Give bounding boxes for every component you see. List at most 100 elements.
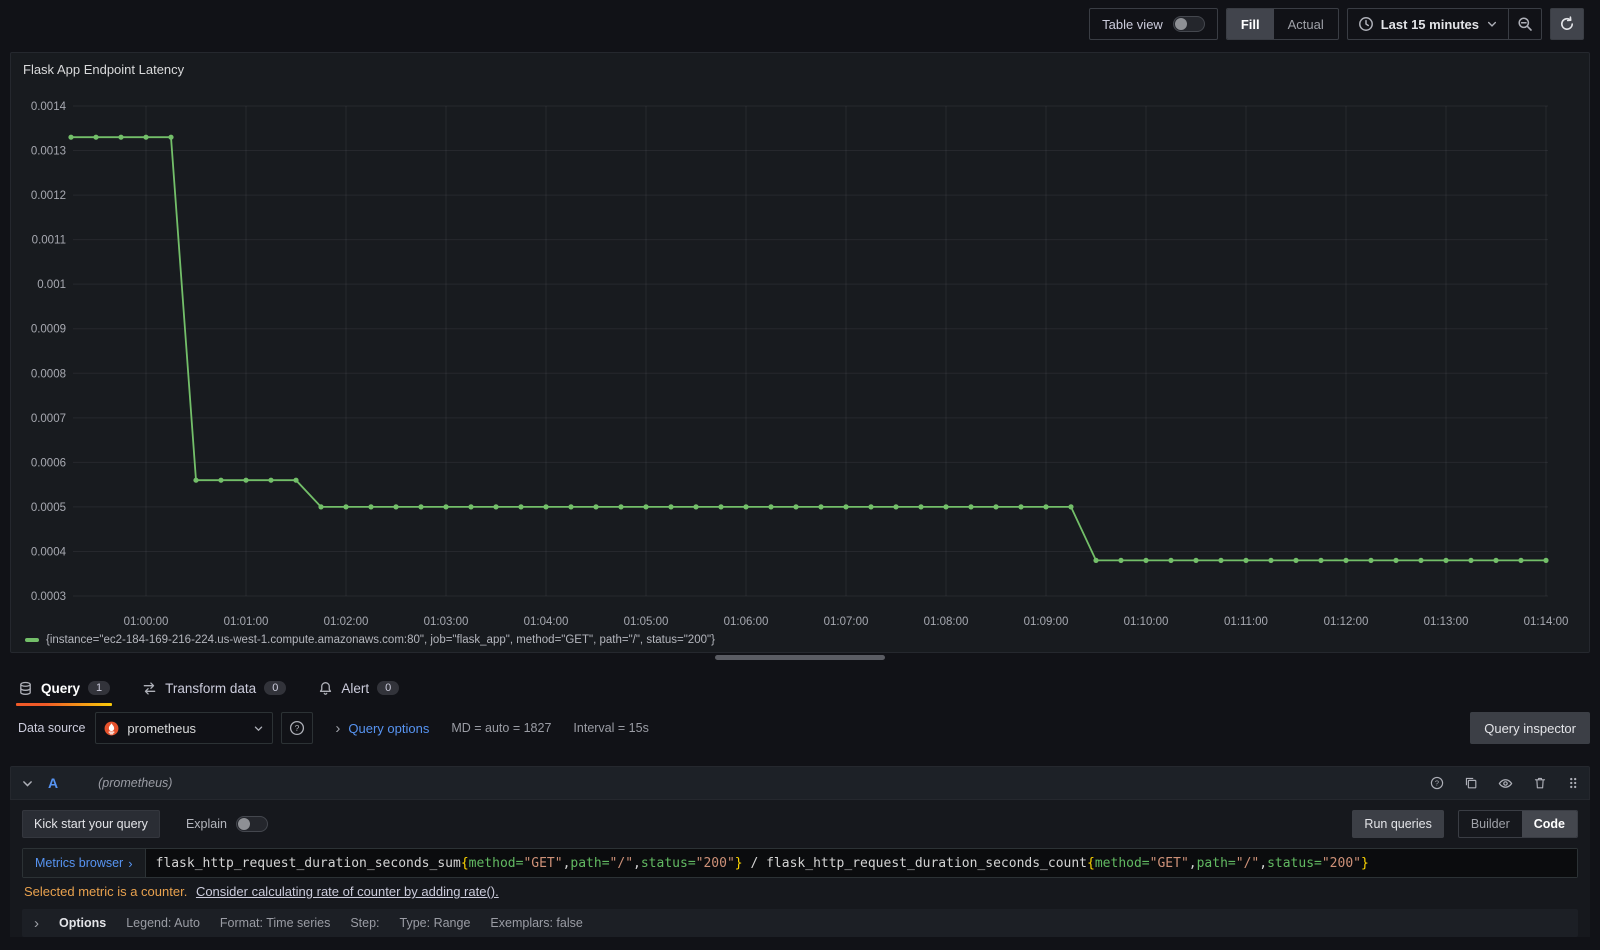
run-queries-button[interactable]: Run queries <box>1352 810 1444 838</box>
builder-mode-button[interactable]: Builder <box>1459 811 1522 837</box>
x-tick-label: 01:11:00 <box>1224 616 1268 628</box>
data-point <box>418 504 424 510</box>
query-row-actions: ? <box>1430 776 1579 791</box>
interval-text: Interval = 15s <box>573 721 649 735</box>
data-point <box>1543 557 1549 563</box>
query-token: } <box>1361 855 1369 871</box>
warning-text: Selected metric is a counter. <box>24 884 188 899</box>
query-token: flask_http_request_duration_seconds_coun… <box>766 855 1088 871</box>
panel-edit-toolbar: Table view Fill Actual Last 15 minutes <box>1089 8 1584 40</box>
data-point <box>1243 557 1249 563</box>
data-point <box>768 504 774 510</box>
fill-actual-group: Fill Actual <box>1225 8 1339 40</box>
query-help-icon[interactable]: ? <box>1430 776 1444 790</box>
data-point <box>468 504 474 510</box>
database-icon <box>20 681 31 695</box>
kick-start-query-button[interactable]: Kick start your query <box>22 810 160 838</box>
data-point <box>918 504 924 510</box>
table-view-label: Table view <box>1102 16 1163 32</box>
refresh-button[interactable] <box>1550 8 1584 40</box>
table-view-toggle[interactable] <box>1172 16 1205 32</box>
query-inspector-button[interactable]: Query inspector <box>1470 712 1590 744</box>
query-options-collapse[interactable]: › Query options <box>335 721 429 736</box>
x-tick-label: 01:07:00 <box>824 616 869 628</box>
data-point <box>1518 557 1524 563</box>
data-point <box>493 504 499 510</box>
metrics-browser-link[interactable]: Metrics browser › <box>23 849 145 877</box>
y-tick-label: 0.0011 <box>32 235 66 247</box>
hide-query-eye-icon[interactable] <box>1498 776 1513 791</box>
data-point <box>368 504 374 510</box>
data-point <box>1193 557 1199 563</box>
builder-code-group: Builder Code <box>1457 810 1578 838</box>
query-row-header[interactable]: A (prometheus) ? <box>10 766 1590 800</box>
table-view-control: Table view <box>1089 8 1218 40</box>
collapse-chevron-icon[interactable] <box>21 777 34 790</box>
data-point <box>1393 557 1399 563</box>
delete-query-trash-icon[interactable] <box>1533 776 1547 790</box>
data-point <box>293 477 299 483</box>
panel-resize-handle[interactable] <box>715 655 885 660</box>
data-point <box>743 504 749 510</box>
data-point <box>143 134 149 140</box>
data-point <box>1118 557 1124 563</box>
tab-alert[interactable]: Alert 0 <box>316 670 401 706</box>
duplicate-query-icon[interactable] <box>1464 776 1478 790</box>
datasource-picker[interactable]: prometheus <box>95 712 274 744</box>
legend-series-swatch <box>25 638 39 642</box>
datasource-help-button[interactable]: ? <box>281 712 314 744</box>
code-mode-button[interactable]: Code <box>1521 811 1577 837</box>
data-point <box>218 477 224 483</box>
query-expression[interactable]: flask_http_request_duration_seconds_sum{… <box>144 849 1577 877</box>
data-point <box>243 477 249 483</box>
svg-text:?: ? <box>295 723 300 733</box>
data-point <box>1168 557 1174 563</box>
data-point <box>1093 557 1099 563</box>
time-picker-group: Last 15 minutes <box>1346 8 1542 40</box>
drag-handle-icon[interactable] <box>1567 776 1579 790</box>
y-tick-label: 0.0012 <box>31 190 66 202</box>
data-point <box>1368 557 1374 563</box>
prometheus-icon <box>104 721 119 735</box>
data-point <box>593 504 599 510</box>
y-tick-label: 0.0013 <box>31 146 66 158</box>
datasource-label: Data source <box>18 721 86 735</box>
query-ref-id: A <box>48 775 59 791</box>
data-point <box>793 504 799 510</box>
chevron-down-icon <box>255 726 263 731</box>
zoom-out-time-button[interactable] <box>1508 9 1541 39</box>
tab-alert-label: Alert <box>341 680 370 696</box>
legend-item[interactable]: {instance="ec2-184-169-216-224.us-west-1… <box>25 634 715 646</box>
data-point <box>1218 557 1224 563</box>
y-tick-label: 0.0014 <box>31 101 67 113</box>
query-options-summary[interactable]: › Options Legend: Auto Format: Time seri… <box>22 909 1578 937</box>
data-point <box>93 134 99 140</box>
x-tick-label: 01:01:00 <box>224 616 269 628</box>
x-tick-label: 01:10:00 <box>1124 616 1169 628</box>
datasource-value: prometheus <box>127 720 197 736</box>
data-point <box>543 504 549 510</box>
data-point <box>1268 557 1274 563</box>
explain-toggle[interactable] <box>235 816 268 832</box>
data-point <box>943 504 949 510</box>
query-token: path= <box>570 855 610 871</box>
x-tick-label: 01:09:00 <box>1024 616 1069 628</box>
actual-button[interactable]: Actual <box>1274 9 1338 39</box>
max-data-points-text: MD = auto = 1827 <box>451 721 552 735</box>
data-point <box>1418 557 1424 563</box>
data-point <box>68 134 74 140</box>
query-token: / <box>742 855 767 871</box>
refresh-icon <box>1561 16 1573 30</box>
tab-query[interactable]: Query 1 <box>16 670 113 706</box>
chevron-right-icon: › <box>128 855 133 871</box>
tab-transform-data[interactable]: Transform data 0 <box>140 670 288 706</box>
x-tick-label: 01:12:00 <box>1324 616 1369 628</box>
y-tick-label: 0.0009 <box>31 324 66 336</box>
latency-chart[interactable]: 0.0014 0.0013 0.0012 0.0011 0.001 0.0009 0.000… <box>11 53 1589 652</box>
tab-alert-badge: 0 <box>377 681 400 695</box>
y-tick-label: 0.0008 <box>31 368 66 380</box>
time-range-picker[interactable]: Last 15 minutes <box>1348 9 1508 39</box>
fill-button[interactable]: Fill <box>1226 9 1274 39</box>
x-tick-label: 01:06:00 <box>724 616 769 628</box>
warning-rate-link[interactable]: Consider calculating rate of counter by … <box>196 884 499 899</box>
